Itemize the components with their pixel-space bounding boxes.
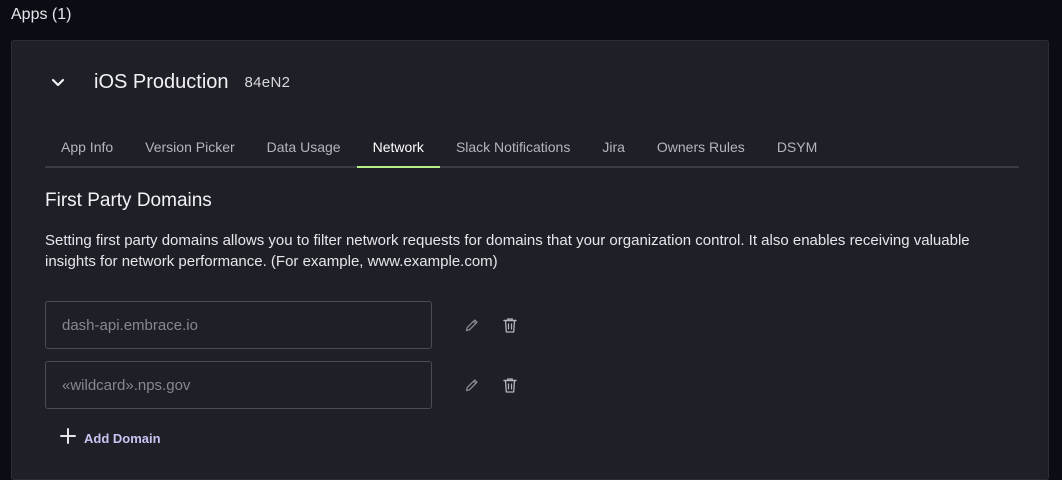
domain-input[interactable] (45, 361, 432, 409)
tab-network[interactable]: Network (356, 128, 440, 168)
tab-bar: App Info Version Picker Data Usage Netwo… (45, 128, 1019, 168)
tab-version-picker[interactable]: Version Picker (129, 128, 250, 166)
tab-slack-notifications[interactable]: Slack Notifications (440, 128, 586, 166)
app-id: 84eN2 (244, 74, 291, 91)
pencil-icon[interactable] (462, 375, 482, 395)
domain-row (45, 301, 520, 349)
pencil-icon[interactable] (462, 315, 482, 335)
add-domain-label: Add Domain (84, 431, 161, 446)
app-card: iOS Production 84eN2 App Info Version Pi… (11, 40, 1049, 480)
chevron-down-icon[interactable] (48, 73, 68, 93)
trash-icon[interactable] (500, 315, 520, 335)
domain-input[interactable] (45, 301, 432, 349)
section-description: Setting first party domains allows you t… (45, 232, 970, 270)
tab-data-usage[interactable]: Data Usage (251, 128, 357, 166)
tab-owners-rules[interactable]: Owners Rules (641, 128, 761, 166)
trash-icon[interactable] (500, 375, 520, 395)
section-title: First Party Domains (45, 190, 212, 211)
add-domain-button[interactable]: Add Domain (60, 428, 161, 449)
app-header-row: iOS Production 84eN2 (48, 71, 290, 94)
plus-icon (60, 428, 76, 449)
tab-app-info[interactable]: App Info (45, 128, 129, 166)
app-name: iOS Production (94, 71, 229, 93)
tab-jira[interactable]: Jira (586, 128, 641, 166)
apps-header: Apps (1) (11, 6, 72, 23)
domain-row (45, 361, 520, 409)
tab-dsym[interactable]: DSYM (761, 128, 833, 166)
